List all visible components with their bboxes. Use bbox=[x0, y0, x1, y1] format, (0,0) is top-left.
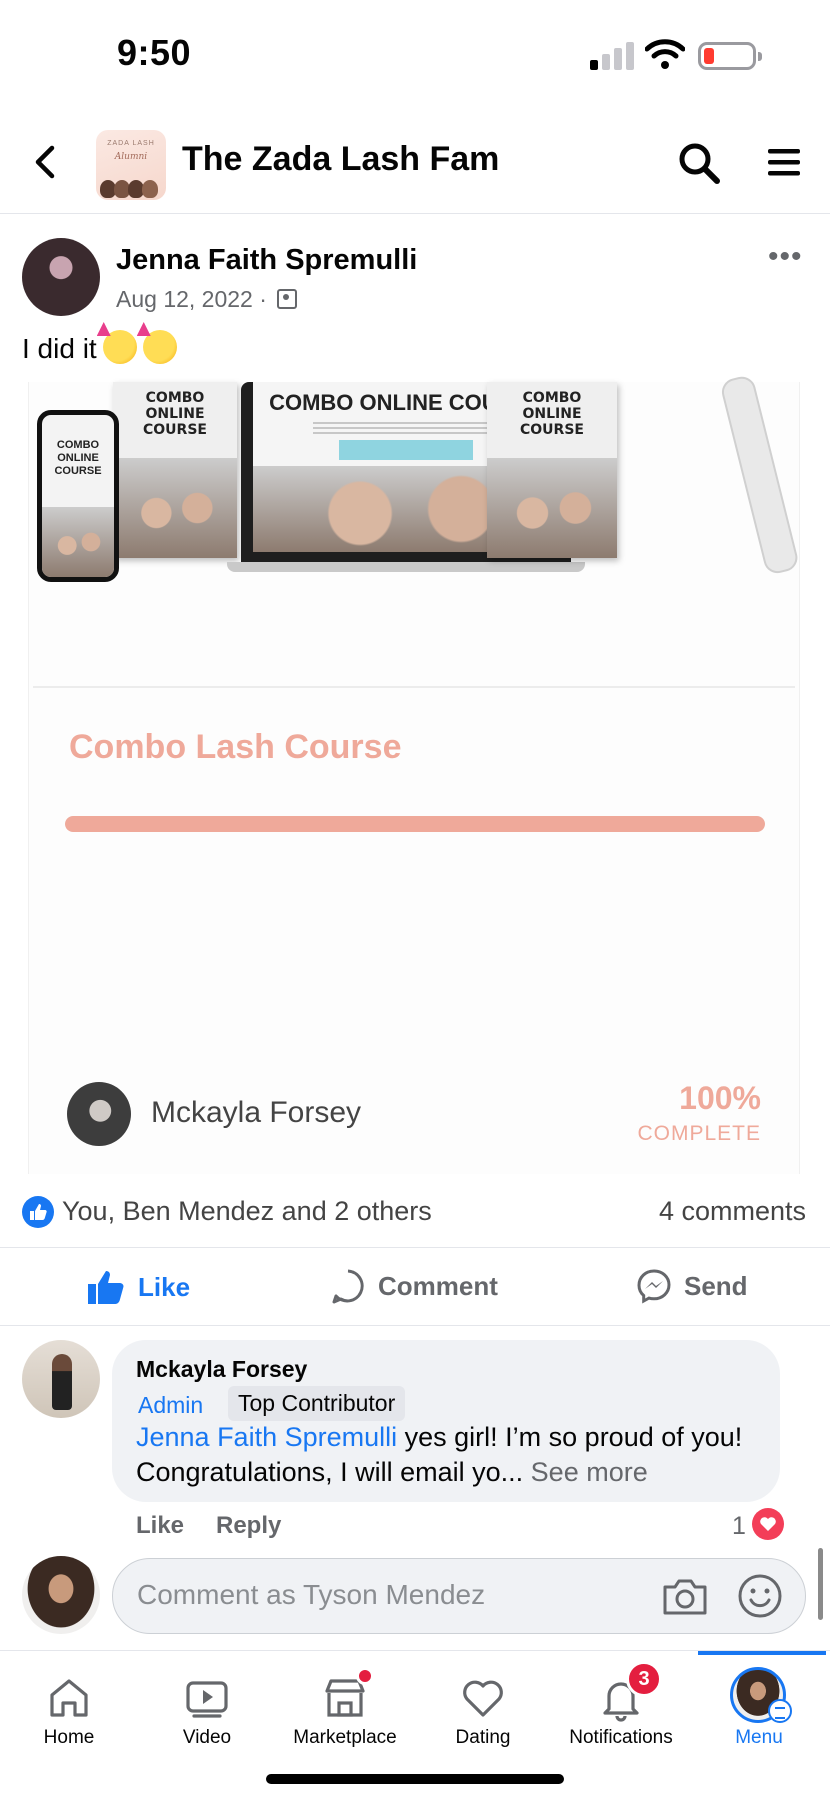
tab-menu-label: Menu bbox=[735, 1727, 783, 1748]
course-title: Combo Lash Course bbox=[69, 728, 402, 766]
more-options-icon[interactable]: ••• bbox=[768, 240, 803, 274]
course-mockup: COMBO ONLINE COURSE COMBO ONLINE COURSE … bbox=[29, 373, 801, 592]
author-avatar[interactable] bbox=[22, 238, 100, 316]
see-more-link[interactable]: See more bbox=[523, 1457, 648, 1487]
tab-home-label: Home bbox=[43, 1727, 95, 1748]
complete-label: COMPLETE bbox=[637, 1122, 761, 1145]
hamburger-menu-icon[interactable] bbox=[766, 144, 802, 180]
comment-text: Jenna Faith Spremulli yes girl! I’m so p… bbox=[136, 1420, 766, 1490]
like-button[interactable]: Like bbox=[86, 1268, 190, 1306]
commenter-avatar[interactable] bbox=[22, 1340, 100, 1418]
course-book-left: COMBO ONLINE COURSE bbox=[113, 382, 237, 558]
instructor-name: Mckayla Forsey bbox=[151, 1096, 362, 1129]
comment-input-placeholder: Comment as Tyson Mendez bbox=[137, 1579, 486, 1610]
reactions-summary[interactable]: You, Ben Mendez and 2 others bbox=[62, 1196, 432, 1227]
comment-input[interactable]: Comment as Tyson Mendez bbox=[112, 1558, 806, 1634]
partying-face-emoji-icon bbox=[102, 330, 137, 364]
send-button[interactable]: Send bbox=[636, 1268, 748, 1304]
video-icon bbox=[186, 1681, 228, 1718]
comment-like-button[interactable]: Like bbox=[136, 1512, 184, 1540]
dating-icon bbox=[463, 1680, 503, 1717]
thumbs-up-icon bbox=[88, 1271, 124, 1304]
scrollbar[interactable] bbox=[818, 1548, 823, 1620]
course-progress-fill bbox=[65, 816, 765, 832]
comment-bubble-icon bbox=[332, 1269, 364, 1304]
post-header: Jenna Faith Spremulli Aug 12, 2022 · •••… bbox=[0, 214, 830, 382]
comment-button[interactable]: Comment bbox=[330, 1268, 498, 1304]
search-icon[interactable] bbox=[676, 140, 722, 186]
admin-badge: Admin bbox=[128, 1388, 214, 1423]
wifi-icon bbox=[645, 39, 685, 69]
tab-menu[interactable]: Menu bbox=[690, 1651, 828, 1761]
tab-dating-label: Dating bbox=[455, 1727, 511, 1748]
shared-course-image[interactable]: COMBO ONLINE COURSE COMBO ONLINE COURSE … bbox=[28, 373, 801, 1174]
back-icon[interactable] bbox=[28, 142, 64, 182]
progress-percent: 100% bbox=[679, 1080, 761, 1116]
tab-notifications[interactable]: 3 Notifications bbox=[552, 1651, 690, 1761]
comment-author[interactable]: Mckayla Forsey bbox=[136, 1356, 307, 1383]
tab-marketplace-label: Marketplace bbox=[293, 1727, 397, 1748]
group-thumbnail-line2: Alumni bbox=[114, 152, 148, 162]
group-thumbnail-line1: ZADA LASH bbox=[107, 140, 155, 147]
tab-marketplace[interactable]: Marketplace bbox=[276, 1651, 414, 1761]
group-thumbnail[interactable]: ZADA LASH Alumni bbox=[96, 130, 166, 200]
comment-mention[interactable]: Jenna Faith Spremulli bbox=[136, 1422, 397, 1452]
emoji-icon[interactable] bbox=[737, 1573, 783, 1619]
group-title[interactable]: The Zada Lash Fam bbox=[182, 140, 499, 179]
comment-bubble[interactable]: Mckayla Forsey Admin Top Contributor Jen… bbox=[112, 1340, 780, 1502]
course-phone: COMBO ONLINE COURSE bbox=[37, 410, 119, 582]
current-user-avatar bbox=[22, 1556, 100, 1634]
post-text: I did it bbox=[22, 333, 97, 364]
tab-notifications-label: Notifications bbox=[569, 1727, 673, 1748]
course-progress-bar bbox=[65, 816, 765, 832]
lash-pen bbox=[719, 373, 801, 577]
heart-reaction-icon[interactable] bbox=[752, 1508, 784, 1540]
signal-icon bbox=[590, 42, 636, 70]
comment-reply-button[interactable]: Reply bbox=[216, 1512, 281, 1540]
partying-face-emoji-icon bbox=[142, 330, 177, 364]
notifications-badge: 3 bbox=[626, 1661, 662, 1697]
top-contributor-badge: Top Contributor bbox=[228, 1386, 406, 1421]
post-actions: Like Comment Send bbox=[0, 1248, 830, 1326]
reactions-bar: You, Ben Mendez and 2 others 4 comments bbox=[0, 1176, 830, 1248]
status-bar: 9:50 bbox=[0, 0, 830, 110]
post-meta: Aug 12, 2022 · bbox=[116, 286, 298, 313]
like-label: Like bbox=[138, 1271, 191, 1302]
comment-reaction-count: 1 bbox=[732, 1512, 746, 1540]
send-label: Send bbox=[684, 1270, 748, 1301]
messenger-icon bbox=[637, 1269, 671, 1304]
battery-icon bbox=[698, 42, 762, 70]
audience-members-icon bbox=[277, 289, 298, 309]
comment-label: Comment bbox=[378, 1270, 498, 1301]
tab-video[interactable]: Video bbox=[138, 1651, 276, 1761]
course-book-right: COMBO ONLINE COURSE bbox=[487, 382, 617, 558]
tab-dating[interactable]: Dating bbox=[414, 1651, 552, 1761]
menu-lines-icon bbox=[768, 1699, 792, 1723]
home-icon bbox=[50, 1679, 88, 1717]
tab-video-label: Video bbox=[182, 1727, 232, 1748]
post-date: Aug 12, 2022 · bbox=[116, 286, 267, 312]
home-indicator bbox=[266, 1774, 564, 1784]
tab-home[interactable]: Home bbox=[0, 1651, 138, 1761]
group-header: ZADA LASH Alumni The Zada Lash Fam bbox=[0, 112, 830, 214]
camera-icon[interactable] bbox=[661, 1575, 709, 1617]
post-text-row: I did it bbox=[22, 330, 177, 365]
instructor-avatar bbox=[67, 1082, 131, 1146]
marketplace-notification-dot bbox=[356, 1667, 374, 1685]
like-reaction-icon bbox=[22, 1196, 54, 1228]
post-author[interactable]: Jenna Faith Spremulli bbox=[116, 244, 417, 277]
comments-count[interactable]: 4 comments bbox=[659, 1196, 806, 1227]
status-time: 9:50 bbox=[117, 32, 192, 73]
